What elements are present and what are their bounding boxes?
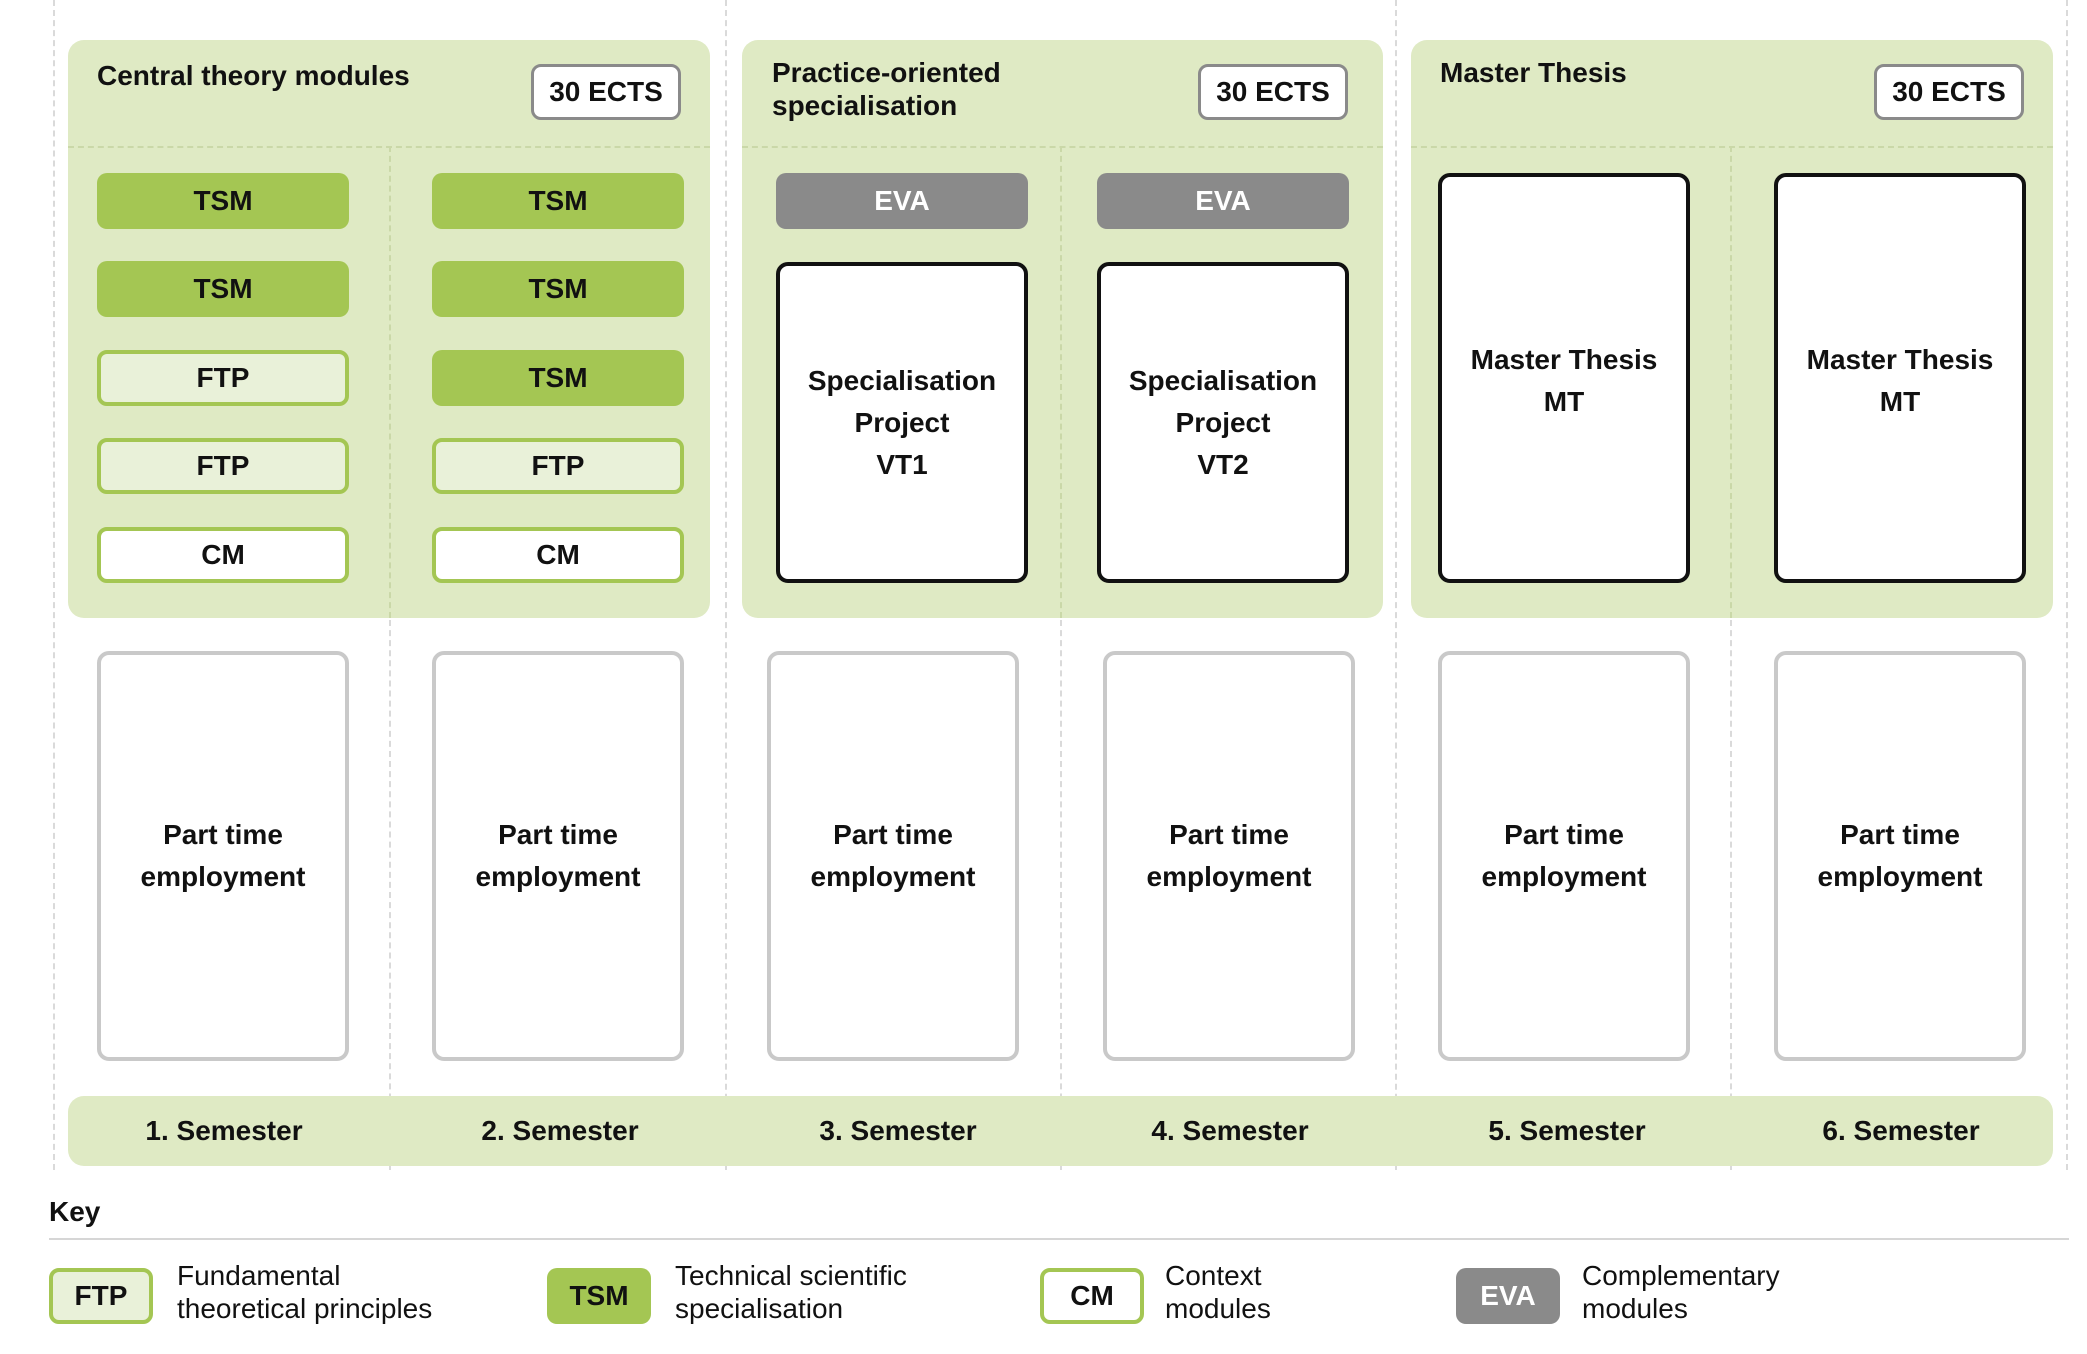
- group-title-line: specialisation: [772, 90, 958, 121]
- module-cm: CM: [432, 527, 684, 583]
- part-time-box: Part time employment: [97, 651, 349, 1061]
- module-tsm: TSM: [97, 173, 349, 229]
- part-time-box: Part time employment: [767, 651, 1019, 1061]
- thesis-line: Master Thesis: [1470, 344, 1658, 375]
- part-time-line: Part time: [498, 819, 618, 850]
- column-divider: [725, 0, 727, 1170]
- specialisation-project-box: Specialisation Project VT1: [776, 262, 1028, 583]
- key-title: Key: [49, 1196, 101, 1227]
- thesis-line: Master Thesis: [1806, 344, 1994, 375]
- key-label-line: modules: [1165, 1293, 1271, 1324]
- column-divider: [389, 620, 391, 1170]
- thesis-line: MT: [1879, 386, 1921, 417]
- group-header-divider: [1411, 146, 2053, 148]
- master-thesis-box: Master Thesis MT: [1438, 173, 1690, 583]
- semester-label: 4. Semester: [1151, 1115, 1309, 1146]
- key-divider: [49, 1238, 2069, 1240]
- part-time-line: employment: [475, 861, 641, 892]
- part-time-line: Part time: [833, 819, 953, 850]
- project-line: Specialisation: [1128, 364, 1318, 396]
- part-time-box: Part time employment: [1103, 651, 1355, 1061]
- project-line: VT1: [876, 448, 928, 480]
- module-ftp: FTP: [97, 350, 349, 406]
- group-title: Master Thesis: [1440, 57, 1627, 88]
- module-tsm: TSM: [97, 261, 349, 317]
- module-tsm: TSM: [432, 350, 684, 406]
- master-thesis-box: Master Thesis MT: [1774, 173, 2026, 583]
- semester-divider: [1730, 146, 1732, 618]
- part-time-box: Part time employment: [1438, 651, 1690, 1061]
- key-label-eva: Complementary modules: [1582, 1259, 1780, 1325]
- key-label-line: Technical scientific: [675, 1260, 907, 1291]
- part-time-line: Part time: [1169, 819, 1289, 850]
- project-line: Project: [854, 406, 950, 438]
- module-ftp: FTP: [97, 438, 349, 494]
- semester-label: 2. Semester: [481, 1115, 639, 1146]
- part-time-line: Part time: [1504, 819, 1624, 850]
- module-eva: EVA: [1097, 173, 1349, 229]
- key-badge-eva: EVA: [1456, 1268, 1560, 1324]
- semester-label: 6. Semester: [1822, 1115, 1980, 1146]
- semester-divider: [389, 146, 391, 618]
- ects-badge: 30 ECTS: [531, 64, 681, 120]
- part-time-line: Part time: [163, 819, 283, 850]
- part-time-box: Part time employment: [1774, 651, 2026, 1061]
- key-label-line: Complementary: [1582, 1260, 1780, 1291]
- key-label-line: Fundamental: [177, 1260, 341, 1291]
- key-label-tsm: Technical scientific specialisation: [675, 1259, 907, 1325]
- ects-badge: 30 ECTS: [1198, 64, 1348, 120]
- part-time-box: Part time employment: [432, 651, 684, 1061]
- module-tsm: TSM: [432, 173, 684, 229]
- semester-label: 3. Semester: [819, 1115, 977, 1146]
- key-badge-ftp: FTP: [49, 1268, 153, 1324]
- part-time-line: Part time: [1840, 819, 1960, 850]
- column-divider: [2066, 0, 2068, 1170]
- ects-badge: 30 ECTS: [1874, 64, 2024, 120]
- key-label-line: modules: [1582, 1293, 1688, 1324]
- part-time-line: employment: [140, 861, 306, 892]
- project-line: Specialisation: [807, 364, 997, 396]
- key-label-line: specialisation: [675, 1293, 844, 1324]
- key-label-line: Context: [1165, 1260, 1262, 1291]
- column-divider: [1395, 0, 1397, 1170]
- key-label-cm: Context modules: [1165, 1259, 1271, 1325]
- group-header-divider: [742, 146, 1383, 148]
- group-title: Practice-oriented specialisation: [772, 56, 1001, 122]
- semester-label: 5. Semester: [1488, 1115, 1646, 1146]
- column-divider: [1060, 620, 1062, 1170]
- module-tsm: TSM: [432, 261, 684, 317]
- specialisation-project-box: Specialisation Project VT2: [1097, 262, 1349, 583]
- part-time-line: employment: [1146, 861, 1312, 892]
- thesis-line: MT: [1543, 386, 1585, 417]
- key-badge-tsm: TSM: [547, 1268, 651, 1324]
- semester-label: 1. Semester: [145, 1115, 303, 1146]
- key-badge-cm: CM: [1040, 1268, 1144, 1324]
- module-eva: EVA: [776, 173, 1028, 229]
- key-label-line: theoretical principles: [177, 1293, 433, 1324]
- part-time-line: employment: [1481, 861, 1647, 892]
- group-title: Central theory modules: [97, 60, 410, 91]
- column-divider: [53, 0, 55, 1170]
- module-ftp: FTP: [432, 438, 684, 494]
- project-line: VT2: [1197, 448, 1249, 480]
- column-divider: [1730, 620, 1732, 1170]
- module-cm: CM: [97, 527, 349, 583]
- semester-divider: [1060, 146, 1062, 618]
- group-title-line: Practice-oriented: [772, 57, 1001, 88]
- part-time-line: employment: [1817, 861, 1983, 892]
- key-label-ftp: Fundamental theoretical principles: [177, 1259, 432, 1325]
- project-line: Project: [1175, 406, 1271, 438]
- part-time-line: employment: [810, 861, 976, 892]
